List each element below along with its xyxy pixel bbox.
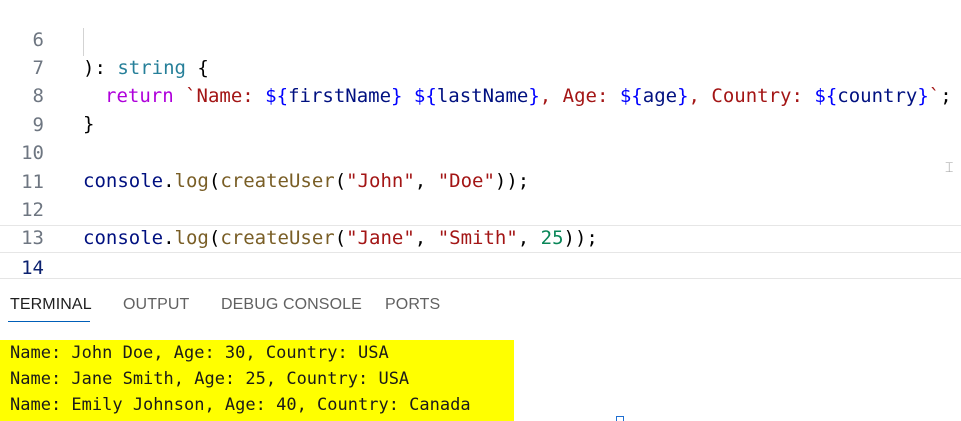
code-line[interactable]: 13 xyxy=(0,196,961,249)
tab-output[interactable]: OUTPUT xyxy=(123,296,189,314)
tab-debug-console[interactable]: DEBUG CONSOLE xyxy=(221,296,362,314)
terminal-line: Name: Jane Smith, Age: 25, Country: USA xyxy=(10,369,410,389)
code-line-current[interactable]: 14 console.log(createUser("Emily", "John… xyxy=(0,225,961,278)
text-cursor-icon: ⌶ xyxy=(945,160,954,176)
code-line[interactable]: 8 } xyxy=(0,54,961,135)
terminal-line: Name: Emily Johnson, Age: 40, Country: C… xyxy=(10,395,471,415)
terminal-cursor-icon xyxy=(616,416,624,421)
line-number: 14 xyxy=(21,257,44,278)
code-editor[interactable]: 6 ): string { 7 return `Name: ${firstNam… xyxy=(0,0,961,278)
code-line[interactable]: 11 xyxy=(0,140,961,193)
active-tab-indicator xyxy=(8,321,90,322)
code-line[interactable]: 10 console.log(createUser("John", "Doe")… xyxy=(0,111,961,192)
tab-terminal[interactable]: TERMINAL xyxy=(10,296,92,314)
code-line[interactable]: 12 console.log(createUser("Jane", "Smith… xyxy=(0,168,961,249)
code-line[interactable]: 9 xyxy=(0,83,961,136)
bottom-panel: TERMINAL OUTPUT DEBUG CONSOLE PORTS Name… xyxy=(0,278,961,421)
code-line[interactable]: 6 ): string { xyxy=(0,0,961,79)
panel-tabs: TERMINAL OUTPUT DEBUG CONSOLE PORTS xyxy=(0,279,961,325)
code-line[interactable]: 7 return `Name: ${firstName} ${lastName}… xyxy=(0,26,961,107)
vscode-window: 6 ): string { 7 return `Name: ${firstNam… xyxy=(0,0,961,421)
terminal-output-highlight[interactable]: Name: John Doe, Age: 30, Country: USA Na… xyxy=(0,340,514,421)
tab-ports[interactable]: PORTS xyxy=(385,296,440,314)
terminal-line: Name: John Doe, Age: 30, Country: USA xyxy=(10,343,389,363)
